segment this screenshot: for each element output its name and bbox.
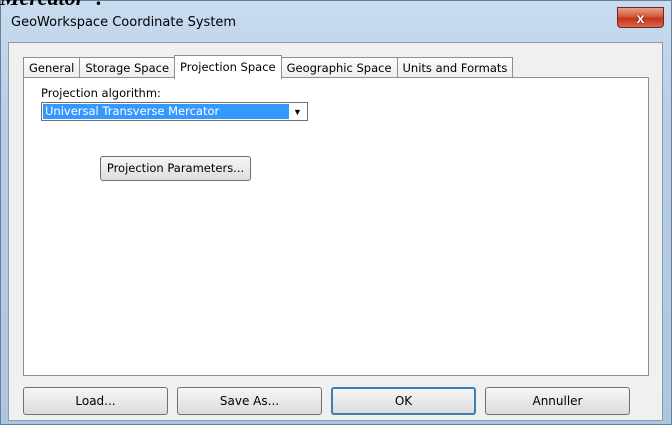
close-icon: x	[636, 9, 645, 26]
tab-general[interactable]: General	[23, 57, 81, 78]
dialog-button-row: Load... Save As... OK Annuller	[23, 387, 630, 415]
tab-storage-space[interactable]: Storage Space	[79, 57, 176, 78]
projection-algorithm-select[interactable]: Universal Transverse Mercator ▼	[41, 102, 308, 121]
tab-units-and-formats[interactable]: Units and Formats	[396, 57, 514, 78]
window-title: GeoWorkspace Coordinate System	[11, 15, 237, 30]
load-button[interactable]: Load...	[23, 387, 168, 415]
projection-space-panel: Projection algorithm: Universal Transver…	[23, 77, 649, 376]
tab-geographic-space[interactable]: Geographic Space	[280, 57, 398, 78]
ok-button[interactable]: OK	[331, 387, 476, 415]
cancel-button[interactable]: Annuller	[485, 387, 630, 415]
tab-projection-space[interactable]: Projection Space	[174, 55, 282, 79]
title-bar[interactable]: GeoWorkspace Coordinate System x	[1, 7, 671, 37]
background-document-text: Mercator".	[0, 0, 102, 10]
projection-algorithm-value: Universal Transverse Mercator	[43, 104, 289, 119]
save-as-button[interactable]: Save As...	[177, 387, 322, 415]
projection-parameters-button[interactable]: Projection Parameters...	[100, 156, 251, 181]
chevron-down-icon[interactable]: ▼	[289, 104, 306, 119]
projection-algorithm-label: Projection algorithm:	[41, 86, 161, 100]
dialog-client-area: General Storage Space Projection Space G…	[8, 42, 663, 421]
tab-strip: General Storage Space Projection Space G…	[23, 55, 514, 79]
close-button[interactable]: x	[617, 7, 664, 28]
dialog-window: GeoWorkspace Coordinate System x General…	[0, 0, 672, 425]
